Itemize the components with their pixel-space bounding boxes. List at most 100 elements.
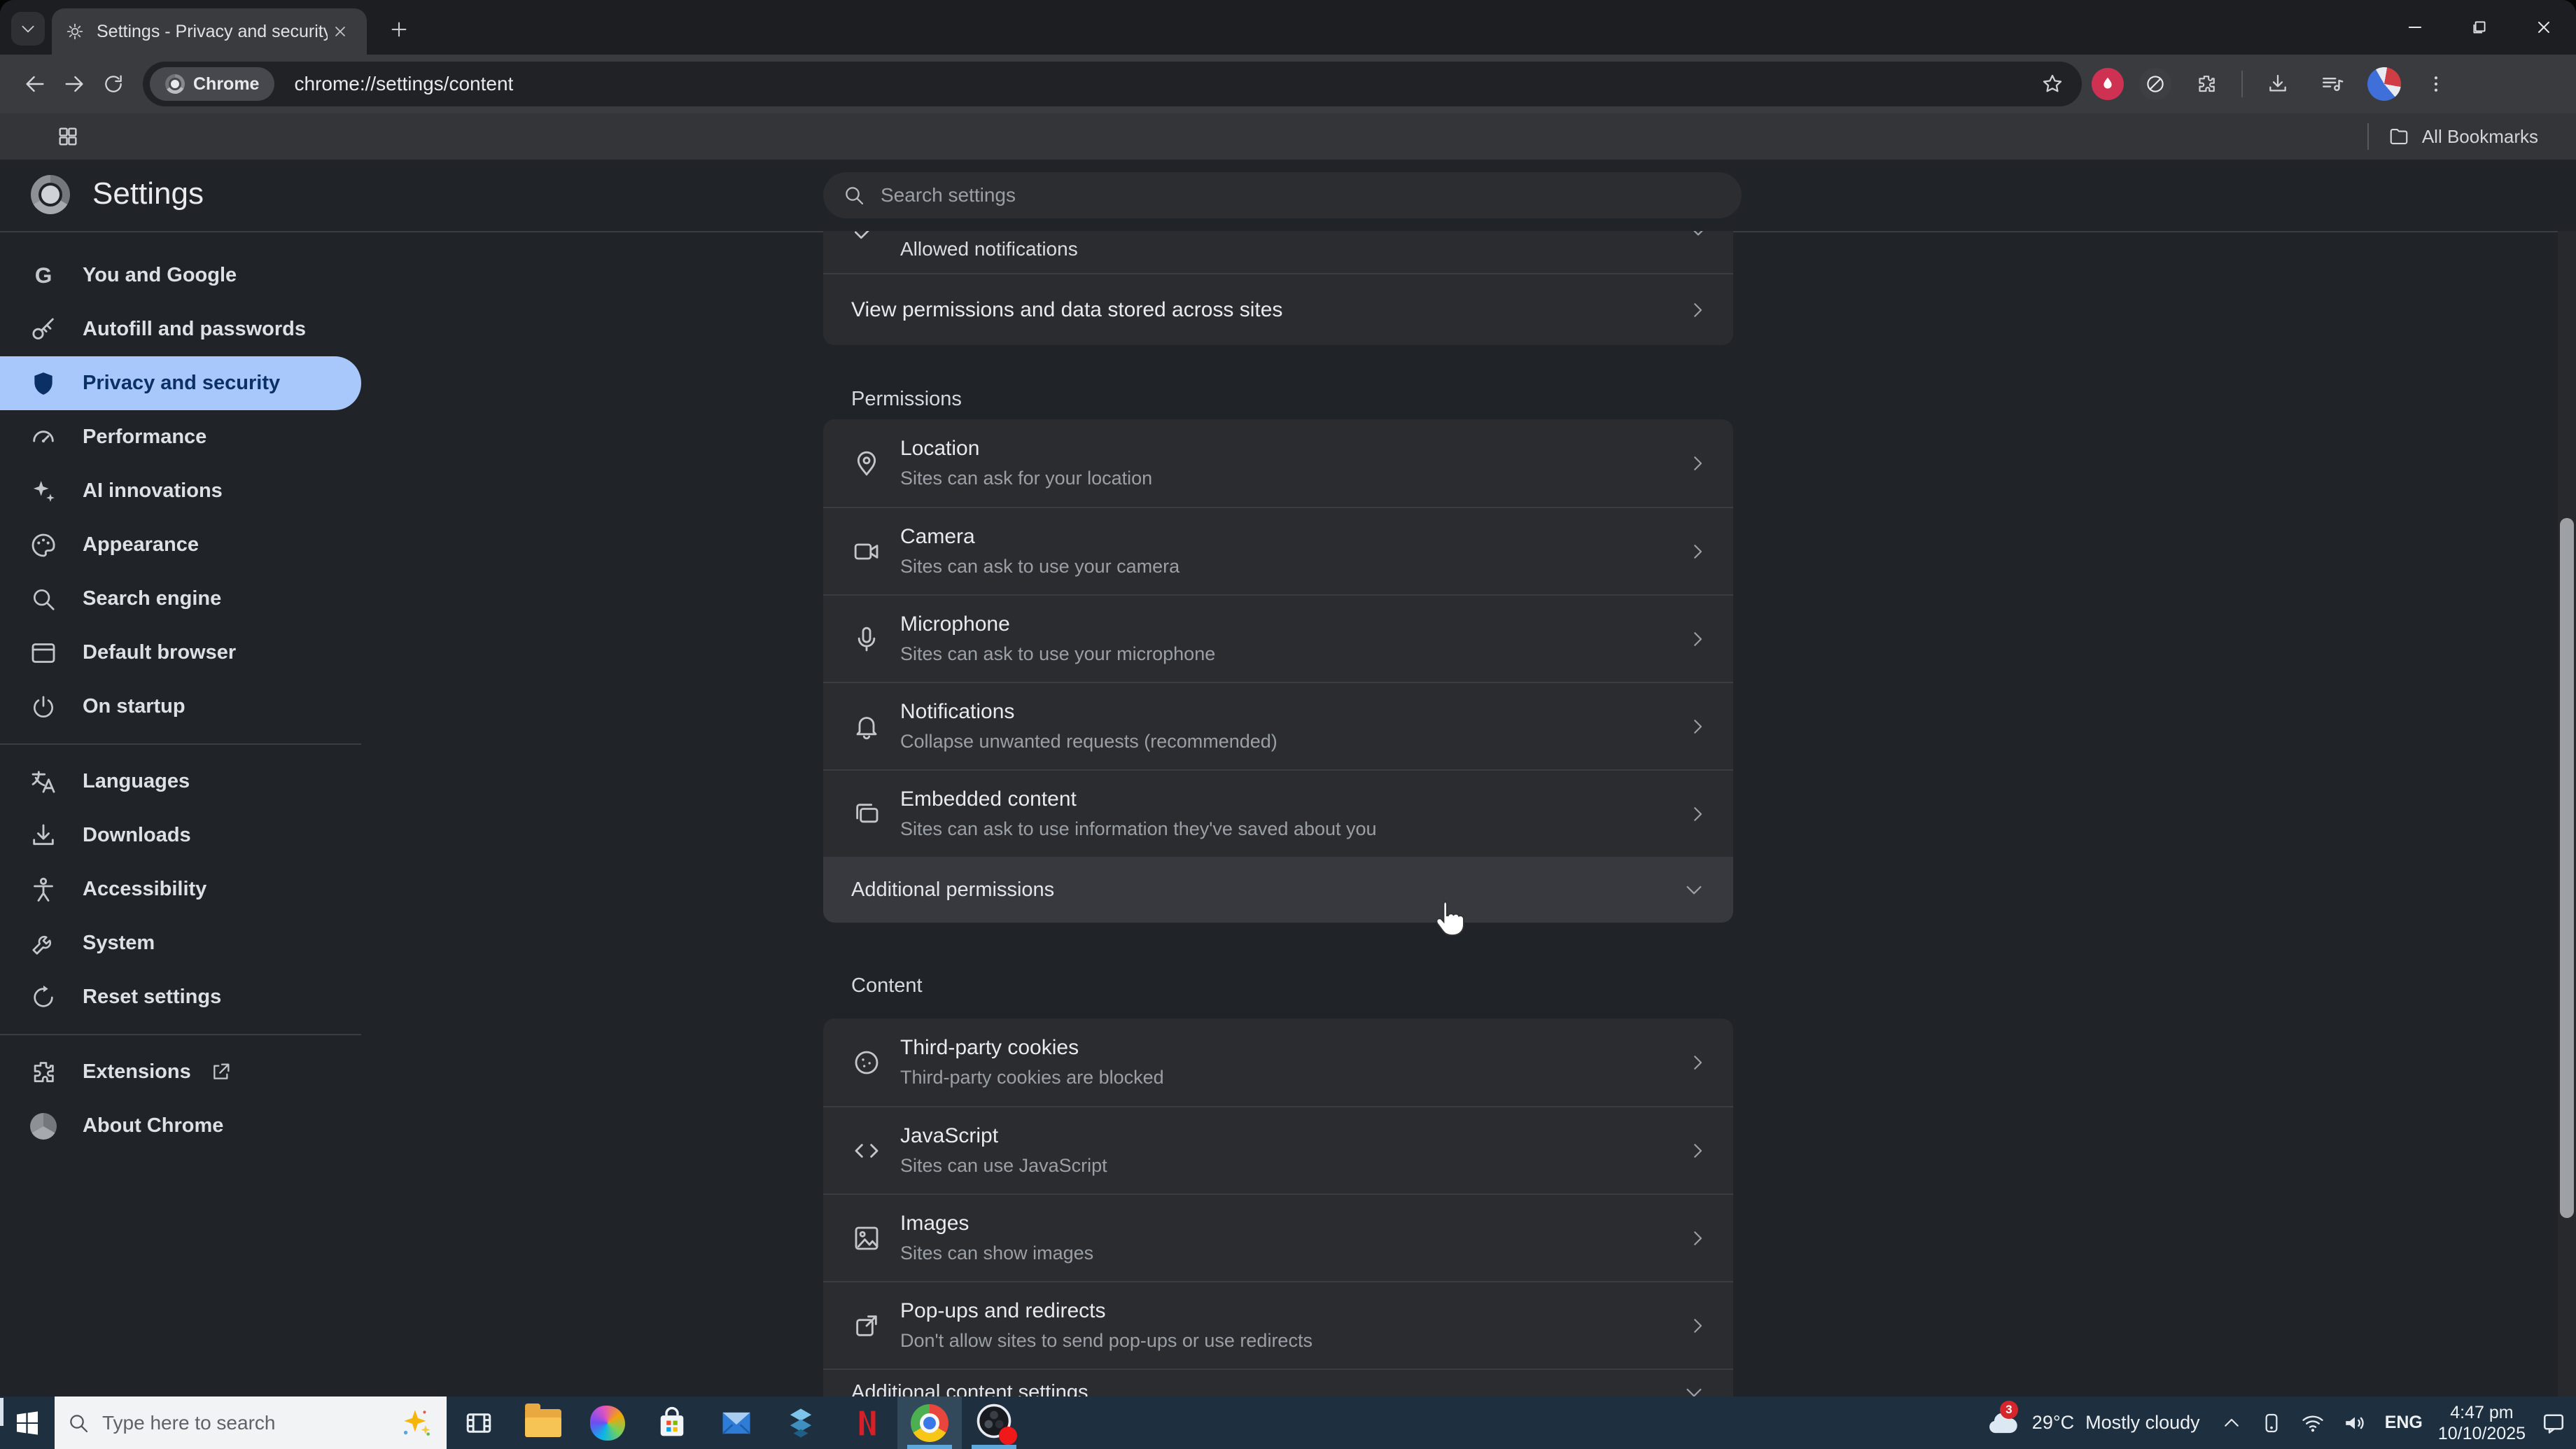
sidebar-item-about-chrome[interactable]: About Chrome xyxy=(0,1099,361,1153)
taskbar-tray: 3 29°C Mostly cloudy ENG 4:47 pm 10/10/2… xyxy=(1984,1396,2576,1449)
taskbar-edge-highlight xyxy=(0,1398,4,1426)
chrome-chip-logo-icon xyxy=(165,74,185,94)
popups-redirects-row[interactable]: Pop-ups and redirects Don't allow sites … xyxy=(823,1281,1733,1368)
profile-avatar[interactable] xyxy=(2367,67,2401,101)
location-row[interactable]: Location Sites can ask for your location xyxy=(823,419,1733,507)
volume-icon[interactable] xyxy=(2343,1411,2367,1435)
sidebar-item-label: Accessibility xyxy=(83,878,207,900)
images-row[interactable]: Images Sites can show images xyxy=(823,1194,1733,1281)
sidebar-item-reset-settings[interactable]: Reset settings xyxy=(0,970,361,1024)
additional-content-settings-row[interactable]: Additional content settings xyxy=(823,1368,1733,1396)
copilot-icon[interactable] xyxy=(575,1396,640,1449)
back-button[interactable] xyxy=(15,64,55,104)
mail-icon[interactable] xyxy=(704,1396,769,1449)
sidebar-item-on-startup[interactable]: On startup xyxy=(0,680,361,734)
google-g-icon xyxy=(28,260,59,291)
view-permissions-row[interactable]: View permissions and data stored across … xyxy=(823,274,1733,345)
chevron-right-icon xyxy=(1687,1315,1708,1336)
clock-date: 10/10/2025 xyxy=(2437,1423,2526,1443)
sidebar-item-performance[interactable]: Performance xyxy=(0,410,361,464)
embedded-frames-icon xyxy=(851,799,882,830)
taskbar-search-box[interactable] xyxy=(55,1396,447,1449)
chevron-right-icon xyxy=(1687,804,1708,825)
tab-close-button[interactable] xyxy=(328,19,353,44)
defender-diamond-icon[interactable] xyxy=(769,1396,833,1449)
settings-search-box[interactable] xyxy=(823,172,1742,218)
sidebar-item-appearance[interactable]: Appearance xyxy=(0,518,361,572)
microphone-row[interactable]: Microphone Sites can ask to use your mic… xyxy=(823,594,1733,682)
settings-header: Settings xyxy=(0,160,2576,232)
sidebar-item-extensions[interactable]: Extensions xyxy=(0,1045,361,1099)
sidebar-item-ai-innovations[interactable]: AI innovations xyxy=(0,464,361,518)
tray-device-icon[interactable] xyxy=(2260,1412,2283,1434)
allowed-notifications-row[interactable]: Allowed notifications xyxy=(823,231,1733,274)
all-bookmarks-button[interactable]: All Bookmarks xyxy=(2388,126,2538,148)
javascript-row[interactable]: JavaScript Sites can use JavaScript xyxy=(823,1106,1733,1194)
menu-kebab-icon[interactable] xyxy=(2416,64,2456,104)
language-indicator[interactable]: ENG xyxy=(2385,1413,2423,1433)
start-button[interactable] xyxy=(0,1396,55,1449)
scrollbar-thumb[interactable] xyxy=(2560,518,2574,1218)
site-chip[interactable]: Chrome xyxy=(150,67,275,101)
sidebar-item-label: System xyxy=(83,932,155,954)
sidebar-item-privacy-security[interactable]: Privacy and security xyxy=(0,356,361,410)
sidebar-item-autofill[interactable]: Autofill and passwords xyxy=(0,302,361,356)
media-list-icon[interactable] xyxy=(2313,64,2352,104)
tab-search-button[interactable] xyxy=(11,12,45,46)
row-subtitle: Sites can ask for your location xyxy=(900,468,1153,489)
sidebar-item-languages[interactable]: Languages xyxy=(0,755,361,808)
address-bar[interactable]: Chrome chrome://settings/content xyxy=(143,62,2082,106)
row-subtitle: Don't allow sites to send pop-ups or use… xyxy=(900,1330,1312,1351)
sidebar-item-system[interactable]: System xyxy=(0,916,361,970)
page-scrollbar[interactable] xyxy=(2558,231,2576,1396)
key-icon xyxy=(28,314,59,345)
sidebar-item-search-engine[interactable]: Search engine xyxy=(0,572,361,626)
clock-time: 4:47 pm xyxy=(2450,1402,2514,1422)
weather-widget[interactable]: 3 29°C Mostly cloudy xyxy=(1984,1400,2200,1441)
puzzle-icon xyxy=(28,1057,59,1088)
desktop-screen: Settings - Privacy and security Chrome c… xyxy=(0,0,2576,1449)
content-section-label: Content xyxy=(851,974,923,997)
extension-red-icon[interactable] xyxy=(2092,68,2124,100)
taskbar-chrome-icon[interactable] xyxy=(897,1396,962,1449)
task-view-button[interactable] xyxy=(447,1396,511,1449)
bookmark-star-icon[interactable] xyxy=(2041,73,2064,95)
taskbar-search-input[interactable] xyxy=(101,1410,388,1435)
extension-blocker-icon[interactable] xyxy=(2139,68,2171,100)
chevron-right-icon xyxy=(1687,716,1708,737)
embedded-content-row[interactable]: Embedded content Sites can ask to use in… xyxy=(823,769,1733,857)
apps-grid-icon[interactable] xyxy=(56,125,80,148)
extensions-puzzle-icon[interactable] xyxy=(2187,64,2226,104)
taskbar-clock[interactable]: 4:47 pm 10/10/2025 xyxy=(2438,1402,2526,1444)
camera-row[interactable]: Camera Sites can ask to use your camera xyxy=(823,507,1733,594)
third-party-cookies-row[interactable]: Third-party cookies Third-party cookies … xyxy=(823,1018,1733,1106)
downloads-icon[interactable] xyxy=(2258,64,2297,104)
microsoft-store-icon[interactable] xyxy=(640,1396,704,1449)
sidebar-item-accessibility[interactable]: Accessibility xyxy=(0,862,361,916)
notifications-row[interactable]: Notifications Collapse unwanted requests… xyxy=(823,682,1733,769)
taskbar-obs-icon[interactable] xyxy=(962,1396,1026,1449)
netflix-icon[interactable] xyxy=(833,1396,897,1449)
minimize-button[interactable] xyxy=(2383,0,2447,55)
active-tab[interactable]: Settings - Privacy and security xyxy=(52,8,367,55)
file-explorer-icon[interactable] xyxy=(511,1396,575,1449)
forward-button[interactable] xyxy=(55,64,94,104)
network-wifi-icon[interactable] xyxy=(2301,1411,2325,1435)
action-center-icon[interactable] xyxy=(2541,1410,2566,1436)
tray-chevron-up-icon[interactable] xyxy=(2221,1413,2242,1434)
sidebar-item-label: Privacy and security xyxy=(83,372,281,394)
reload-button[interactable] xyxy=(94,64,133,104)
caret-down-icon xyxy=(1687,231,1709,242)
chrome-settings-logo-icon xyxy=(31,175,70,214)
settings-search-input[interactable] xyxy=(879,183,1722,207)
sidebar-item-you-and-google[interactable]: You and Google xyxy=(0,248,361,302)
sidebar-item-label: Autofill and passwords xyxy=(83,318,307,340)
sidebar-item-default-browser[interactable]: Default browser xyxy=(0,626,361,680)
new-tab-button[interactable] xyxy=(384,14,414,45)
maximize-button[interactable] xyxy=(2447,0,2512,55)
sidebar-item-downloads[interactable]: Downloads xyxy=(0,808,361,862)
browser-toolbar: Chrome chrome://settings/content xyxy=(0,55,2576,113)
bookmarks-separator xyxy=(2367,123,2369,150)
close-button[interactable] xyxy=(2512,0,2576,55)
additional-permissions-row[interactable]: Additional permissions xyxy=(823,857,1733,923)
